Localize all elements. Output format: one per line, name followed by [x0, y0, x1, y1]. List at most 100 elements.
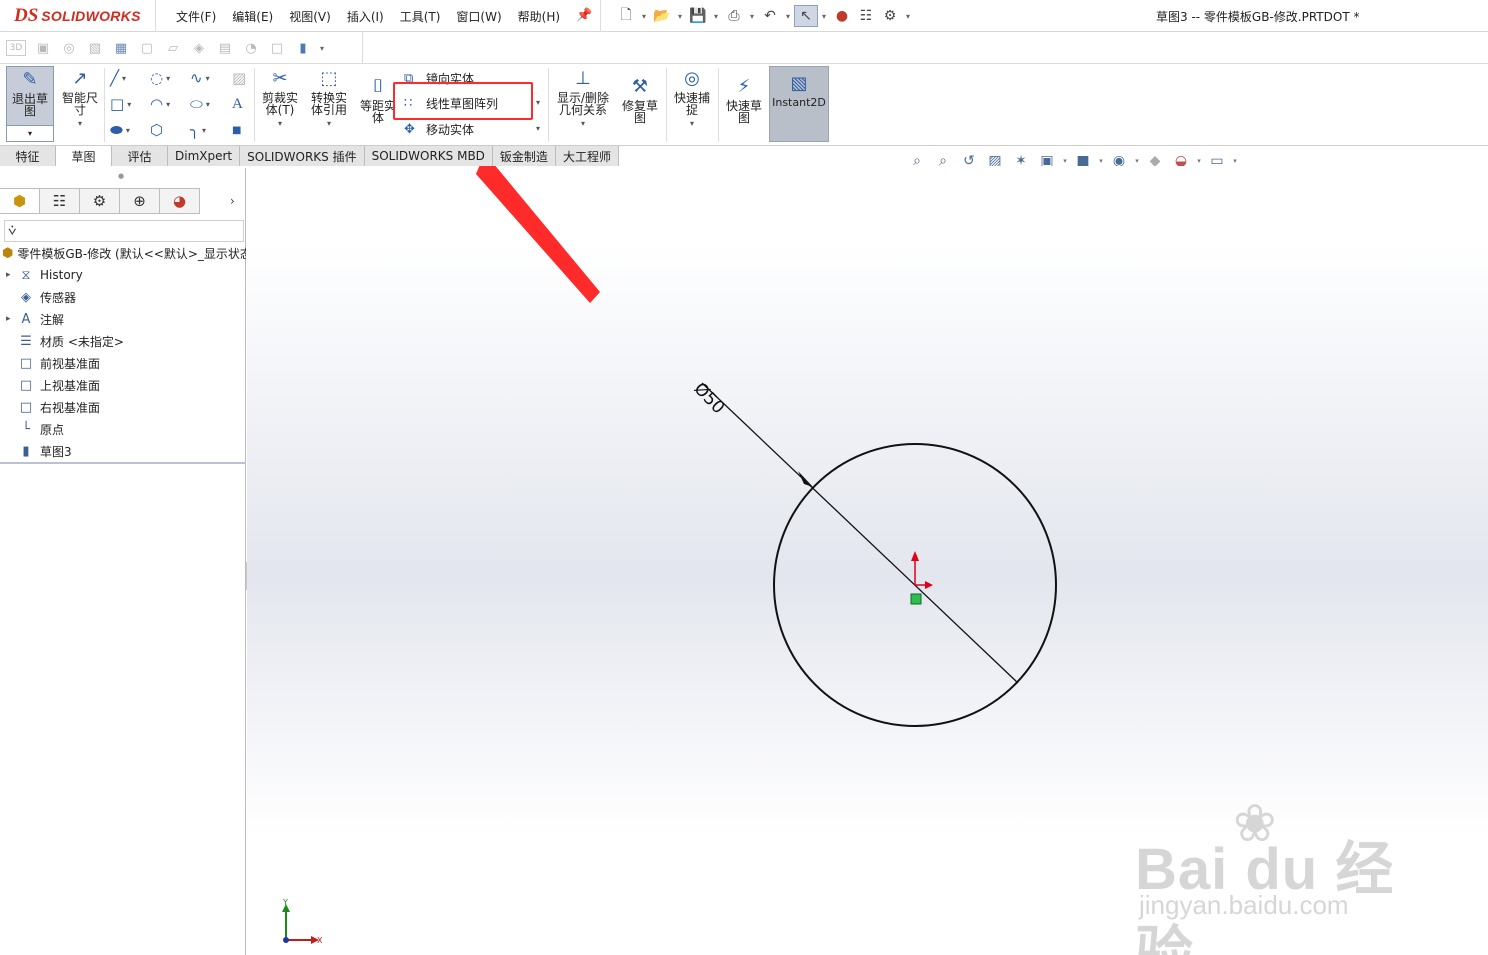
- chevron-down-icon[interactable]: ▾: [746, 5, 758, 27]
- chevron-down-icon[interactable]: ▾: [206, 74, 210, 83]
- chevron-down-icon[interactable]: ▾: [536, 124, 540, 133]
- boundary-icon[interactable]: ▢: [134, 37, 160, 59]
- chevron-down-icon[interactable]: ▾: [818, 5, 830, 27]
- shell-icon[interactable]: □: [264, 37, 290, 59]
- display-delete-relations-button[interactable]: ⊥ 显示/删除几何关系 ▾: [554, 68, 612, 130]
- chevron-down-icon[interactable]: ▾: [78, 118, 82, 130]
- chevron-down-icon[interactable]: ▾: [166, 100, 170, 109]
- cut-revolve-icon[interactable]: ◈: [186, 37, 212, 59]
- chevron-down-icon[interactable]: ▾: [710, 5, 722, 27]
- tab-features[interactable]: 特征: [0, 146, 56, 166]
- chevron-down-icon[interactable]: ▾: [122, 74, 126, 83]
- tab-solidworks-addins[interactable]: SOLIDWORKS 插件: [240, 146, 365, 166]
- line-tool[interactable]: ╱ ▾: [110, 68, 144, 88]
- chevron-down-icon[interactable]: ▾: [581, 118, 585, 130]
- repair-sketch-button[interactable]: ⚒ 修复草图: [618, 76, 662, 125]
- fillet-tool[interactable]: ╮ ▾: [190, 120, 224, 140]
- cut-sweep-icon[interactable]: ▤: [212, 37, 238, 59]
- arc-tool[interactable]: ◠ ▾: [150, 94, 184, 114]
- tab-solidworks-mbd[interactable]: SOLIDWORKS MBD: [364, 146, 493, 166]
- chevron-down-icon[interactable]: ▾: [7, 125, 53, 141]
- chevron-down-icon[interactable]: ▾: [327, 118, 331, 130]
- instant2d-button[interactable]: ▧ Instant2D: [769, 66, 829, 142]
- cut-extrude-icon[interactable]: ▱: [160, 37, 186, 59]
- exit-sketch-button[interactable]: ✎ 退出草图 ▾: [6, 66, 54, 142]
- menu-insert[interactable]: 插入(I): [347, 8, 384, 25]
- tree-item[interactable]: □ 前视基准面: [0, 352, 246, 374]
- move-entities-button[interactable]: ✥ 移动实体: [404, 119, 474, 139]
- menu-file[interactable]: 文件(F): [176, 8, 216, 25]
- chevron-down-icon[interactable]: ▾: [278, 118, 282, 130]
- slot-tool[interactable]: ⬬ ▾: [110, 120, 144, 140]
- circle-tool[interactable]: ◌ ▾: [150, 68, 184, 88]
- expand-arrow-icon[interactable]: ▸: [6, 270, 16, 280]
- tree-item[interactable]: ◈ 传感器: [0, 286, 246, 308]
- menu-tools[interactable]: 工具(T): [400, 8, 441, 25]
- print-icon[interactable]: ⎙: [722, 5, 746, 27]
- trim-entities-button[interactable]: ✂ 剪裁实体(T) ▾: [258, 68, 302, 130]
- save-icon[interactable]: 💾: [686, 5, 710, 27]
- expand-arrow-icon[interactable]: ▸: [6, 314, 16, 324]
- chevron-down-icon[interactable]: ▾: [690, 118, 694, 130]
- tree-item[interactable]: ☰ 材质 <未指定>: [0, 330, 246, 352]
- smart-dimension-button[interactable]: ↗ 智能尺寸 ▾: [58, 68, 102, 130]
- menu-help[interactable]: 帮助(H): [518, 8, 560, 25]
- rapid-sketch-button[interactable]: ⚡ 快速草图: [722, 76, 766, 125]
- select-pointer-icon[interactable]: ↖: [794, 5, 818, 27]
- sweep-icon[interactable]: ▧: [82, 37, 108, 59]
- circle-center-point[interactable]: [910, 593, 922, 605]
- tree-item[interactable]: □ 上视基准面: [0, 374, 246, 396]
- chevron-right-icon[interactable]: ›: [230, 194, 235, 208]
- 3d-sketch-icon[interactable]: 3D: [6, 40, 26, 56]
- feature-manager-tab-icon[interactable]: ⬢: [0, 188, 40, 214]
- property-manager-tab-icon[interactable]: ☷: [40, 188, 80, 214]
- chevron-down-icon[interactable]: ▾: [166, 74, 170, 83]
- configuration-manager-tab-icon[interactable]: ⚙: [80, 188, 120, 214]
- menu-window[interactable]: 窗口(W): [456, 8, 501, 25]
- chevron-down-icon[interactable]: ▾: [316, 37, 328, 59]
- tab-sheet-metal-mfg[interactable]: 钣金制造: [492, 146, 556, 166]
- display-manager-tab-icon[interactable]: ◕: [160, 188, 200, 214]
- tree-item[interactable]: □ 右视基准面: [0, 396, 246, 418]
- rectangle-tool[interactable]: □ ▾: [110, 94, 144, 114]
- tree-item[interactable]: ▮ 草图3: [0, 440, 246, 462]
- fillet-icon[interactable]: ◔: [238, 37, 264, 59]
- tab-big-engineer[interactable]: 大工程师: [555, 146, 619, 166]
- open-folder-icon[interactable]: 📂: [650, 5, 674, 27]
- pin-icon[interactable]: 📌: [576, 8, 592, 23]
- ellipse-tool[interactable]: ⬭ ▾: [190, 94, 224, 114]
- tree-item[interactable]: └ 原点: [0, 418, 246, 440]
- extrude-icon[interactable]: ▣: [30, 37, 56, 59]
- rebuild-traffic-light-icon[interactable]: ●: [830, 5, 854, 27]
- tree-item[interactable]: ▸ ⧖ History: [0, 264, 246, 286]
- tab-evaluate[interactable]: 评估: [112, 146, 168, 166]
- convert-entities-button[interactable]: ⬚ 转换实体引用 ▾: [307, 68, 351, 130]
- chevron-down-icon[interactable]: ▾: [536, 98, 540, 107]
- menu-edit[interactable]: 编辑(E): [232, 8, 273, 25]
- file-properties-icon[interactable]: ☷: [854, 5, 878, 27]
- chevron-down-icon[interactable]: ▾: [674, 5, 686, 27]
- tab-sketch[interactable]: 草图: [56, 146, 112, 166]
- solidworks-logo[interactable]: DS SOLIDWORKS: [0, 0, 156, 32]
- revolve-icon[interactable]: ◎: [56, 37, 82, 59]
- chevron-down-icon[interactable]: ▾: [782, 5, 794, 27]
- chevron-down-icon[interactable]: ▾: [126, 126, 130, 135]
- panel-grip-icon[interactable]: ●: [118, 172, 124, 180]
- spline-tool[interactable]: ∿ ▾: [190, 68, 224, 88]
- reference-geometry-icon[interactable]: ▮: [290, 37, 316, 59]
- chevron-down-icon[interactable]: ▾: [202, 126, 206, 135]
- loft-icon[interactable]: ▦: [108, 37, 134, 59]
- graphics-area[interactable]: Y X Ø50 ❀ Bai du 经验 jingyan.baidu.com: [247, 166, 1488, 955]
- polygon-tool[interactable]: ⬡: [150, 120, 184, 140]
- menu-view[interactable]: 视图(V): [289, 8, 331, 25]
- tab-dimxpert[interactable]: DimXpert: [168, 146, 241, 166]
- chevron-down-icon[interactable]: ▾: [638, 5, 650, 27]
- tree-root-part[interactable]: ⬢ 零件模板GB-修改 (默认<<默认>_显示状态: [0, 242, 246, 264]
- tree-item[interactable]: ▸ A 注解: [0, 308, 246, 330]
- dimxpert-manager-tab-icon[interactable]: ⊕: [120, 188, 160, 214]
- diameter-dimension-line[interactable]: [701, 382, 1019, 684]
- chevron-down-icon[interactable]: ▾: [902, 5, 914, 27]
- undo-icon[interactable]: ↶: [758, 5, 782, 27]
- tree-filter[interactable]: ⩒: [4, 220, 244, 242]
- options-gear-icon[interactable]: ⚙: [878, 5, 902, 27]
